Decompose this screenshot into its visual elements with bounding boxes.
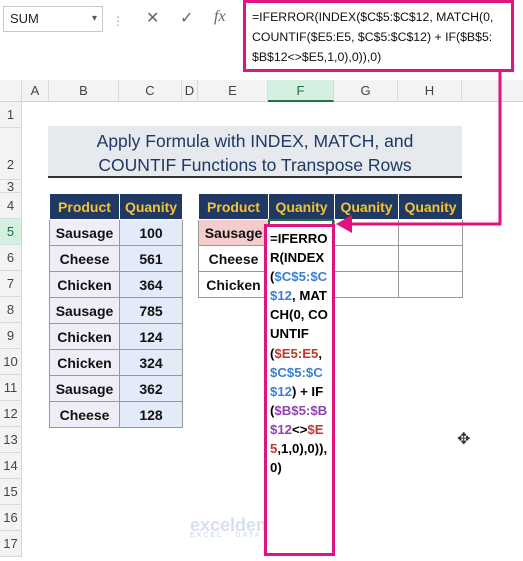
callout-arrow-icon	[336, 72, 502, 233]
